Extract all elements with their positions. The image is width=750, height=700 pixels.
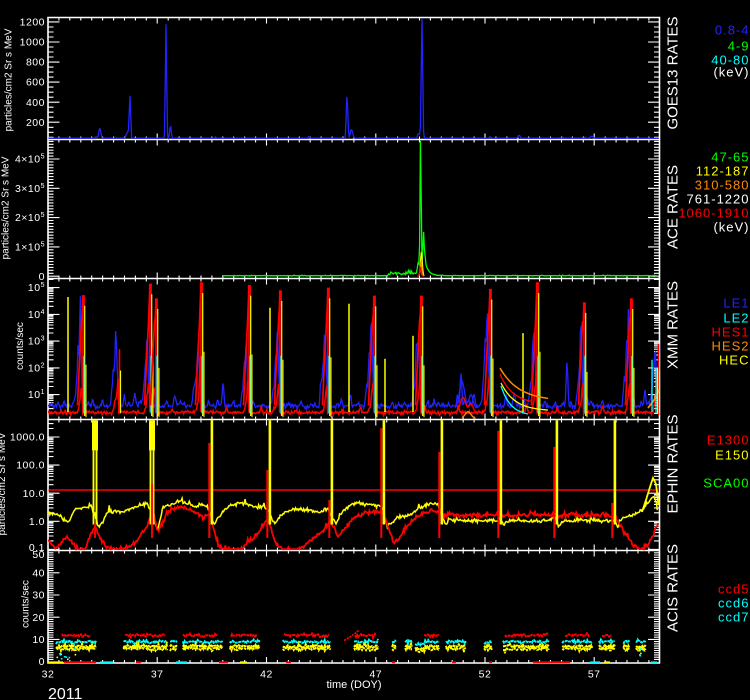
svg-text:761-1220: 761-1220 [687, 192, 750, 207]
svg-text:particles/cm2 Sr s MeV: particles/cm2 Sr s MeV [4, 28, 15, 131]
svg-text:1000: 1000 [20, 37, 45, 49]
svg-text:32: 32 [42, 669, 55, 681]
svg-text:30: 30 [32, 590, 45, 602]
svg-text:ccd5: ccd5 [718, 582, 749, 597]
svg-text:4-9: 4-9 [728, 39, 750, 54]
svg-text:0: 0 [39, 271, 45, 283]
svg-text:1×105: 1×105 [15, 242, 45, 254]
svg-text:100.0: 100.0 [16, 460, 45, 472]
svg-text:particles/cm2 Sr s MeV: particles/cm2 Sr s MeV [1, 156, 12, 259]
svg-text:ccd6: ccd6 [718, 596, 749, 611]
svg-text:600: 600 [26, 77, 45, 89]
svg-text:800: 800 [26, 57, 45, 69]
svg-text:counts/sec: counts/sec [15, 322, 26, 370]
svg-text:4×105: 4×105 [15, 154, 45, 166]
svg-text:1060-1910: 1060-1910 [678, 206, 749, 221]
svg-text:20: 20 [32, 612, 45, 624]
svg-text:particles/cm2 Sr s MeV: particles/cm2 Sr s MeV [0, 432, 8, 535]
svg-text:E1300: E1300 [707, 433, 750, 448]
svg-text:42: 42 [260, 669, 273, 681]
svg-text:50: 50 [32, 549, 45, 561]
svg-text:2011: 2011 [48, 686, 83, 700]
svg-text:1.0: 1.0 [29, 516, 45, 528]
svg-text:10: 10 [32, 634, 45, 646]
svg-text:47-65: 47-65 [711, 150, 749, 165]
svg-text:HES2: HES2 [712, 339, 750, 354]
svg-text:EPHIN RATES: EPHIN RATES [665, 415, 682, 514]
svg-text:40: 40 [32, 567, 45, 579]
svg-text:200: 200 [26, 117, 45, 129]
svg-text:ACIS RATES: ACIS RATES [665, 544, 682, 632]
svg-text:37: 37 [151, 669, 164, 681]
svg-text:112-187: 112-187 [696, 164, 750, 179]
svg-text:(keV): (keV) [713, 65, 749, 80]
svg-text:HEC: HEC [719, 353, 749, 368]
svg-text:0.8-4: 0.8-4 [715, 23, 750, 38]
svg-text:SCA00: SCA00 [703, 476, 749, 491]
svg-text:counts/sec: counts/sec [21, 580, 32, 628]
svg-text:3×105: 3×105 [15, 183, 45, 195]
svg-text:1000.0: 1000.0 [10, 432, 45, 444]
svg-text:(keV): (keV) [713, 220, 749, 235]
svg-text:GOES13 RATES: GOES13 RATES [665, 16, 682, 129]
svg-text:10.0: 10.0 [23, 488, 45, 500]
svg-text:57: 57 [588, 669, 601, 681]
svg-text:0: 0 [39, 656, 45, 668]
svg-text:52: 52 [479, 669, 492, 681]
svg-text:400: 400 [26, 97, 45, 109]
svg-text:HES1: HES1 [712, 325, 750, 340]
svg-text:ccd7: ccd7 [718, 610, 749, 625]
svg-text:310-580: 310-580 [695, 178, 750, 193]
svg-text:XMM RATES: XMM RATES [665, 281, 682, 369]
svg-text:1200: 1200 [20, 17, 45, 29]
svg-text:LE1: LE1 [723, 296, 749, 311]
svg-text:LE2: LE2 [723, 311, 749, 326]
svg-text:time (DOY): time (DOY) [327, 679, 382, 691]
svg-text:E150: E150 [715, 448, 749, 463]
svg-text:2×105: 2×105 [15, 212, 45, 224]
